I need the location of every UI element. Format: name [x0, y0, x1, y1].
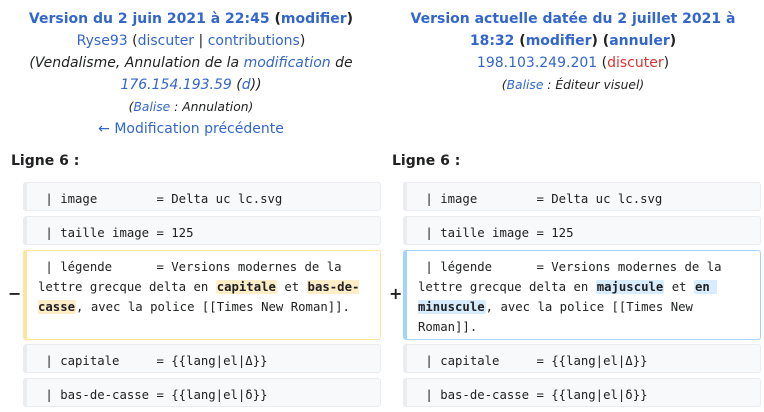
new-ip-link[interactable]: 198.103.249.201	[477, 55, 597, 71]
old-user-link[interactable]: Ryse93	[77, 33, 128, 49]
new-tags: (Balise : Éditeur visuel)	[501, 78, 645, 92]
context-cell-new: | capitale = {{lang|el|Δ}}	[403, 344, 761, 373]
summary-ip-link[interactable]: 176.154.193.59	[120, 77, 231, 93]
old-talk-link[interactable]: discuter	[138, 33, 195, 49]
context-cell-old: | taille image = 125	[23, 216, 381, 245]
new-line-number: Ligne 6 :	[392, 153, 461, 169]
old-contribs-link[interactable]: contributions	[208, 33, 300, 49]
added-line: | légende = Versions modernes de la lett…	[403, 250, 761, 340]
deleted-line: | légende = Versions modernes de la lett…	[23, 250, 381, 340]
previous-diff-link[interactable]: ← Modification précédente	[98, 121, 284, 137]
old-revision-link[interactable]: Version du 2 juin 2021 à 22:45	[29, 11, 270, 27]
old-user-line: Ryse93 (discuter | contributions)	[76, 33, 306, 49]
deleted-word: capitale	[215, 280, 277, 294]
old-tags: (Balise : Annulation)	[128, 100, 254, 114]
context-cell-old: | capitale = {{lang|el|Δ}}	[23, 344, 381, 373]
context-cell-new: | bas-de-casse = {{lang|el|δ}}	[403, 378, 761, 407]
summary-d-link[interactable]: d	[242, 77, 251, 93]
context-cell-old: | image = Delta uc lc.svg	[23, 182, 381, 211]
context-cell-new: | image = Delta uc lc.svg	[403, 182, 761, 211]
undo-link[interactable]: annuler	[609, 33, 670, 49]
new-revision-title: Version actuelle datée du 2 juillet 2021…	[410, 11, 736, 49]
context-cell-new: | taille image = 125	[403, 216, 761, 245]
new-talk-link[interactable]: discuter	[607, 55, 664, 71]
old-tag-link[interactable]: Balise	[133, 100, 170, 114]
summary-modification-link[interactable]: modification	[244, 55, 331, 71]
old-line-number: Ligne 6 :	[11, 153, 80, 169]
new-tag-link[interactable]: Balise	[507, 78, 544, 92]
old-edit-link[interactable]: modifier	[281, 11, 347, 27]
added-word: majuscule	[595, 280, 665, 294]
context-cell-old: | bas-de-casse = {{lang|el|δ}}	[23, 378, 381, 407]
deleted-line-marker: −	[8, 284, 22, 303]
previous-diff-row: ← Modification précédente	[0, 118, 382, 140]
added-line-marker: +	[389, 284, 403, 303]
old-edit-summary: (Vendalisme, Annulation de la modificati…	[29, 55, 353, 93]
old-revision-header: Version du 2 juin 2021 à 22:45 (modifier…	[0, 8, 382, 140]
new-edit-link[interactable]: modifier	[526, 33, 592, 49]
new-revision-header: Version actuelle datée du 2 juillet 2021…	[382, 8, 764, 96]
new-user-line: 198.103.249.201 (discuter)	[476, 55, 670, 71]
old-revision-title: Version du 2 juin 2021 à 22:45 (modifier…	[28, 11, 354, 27]
